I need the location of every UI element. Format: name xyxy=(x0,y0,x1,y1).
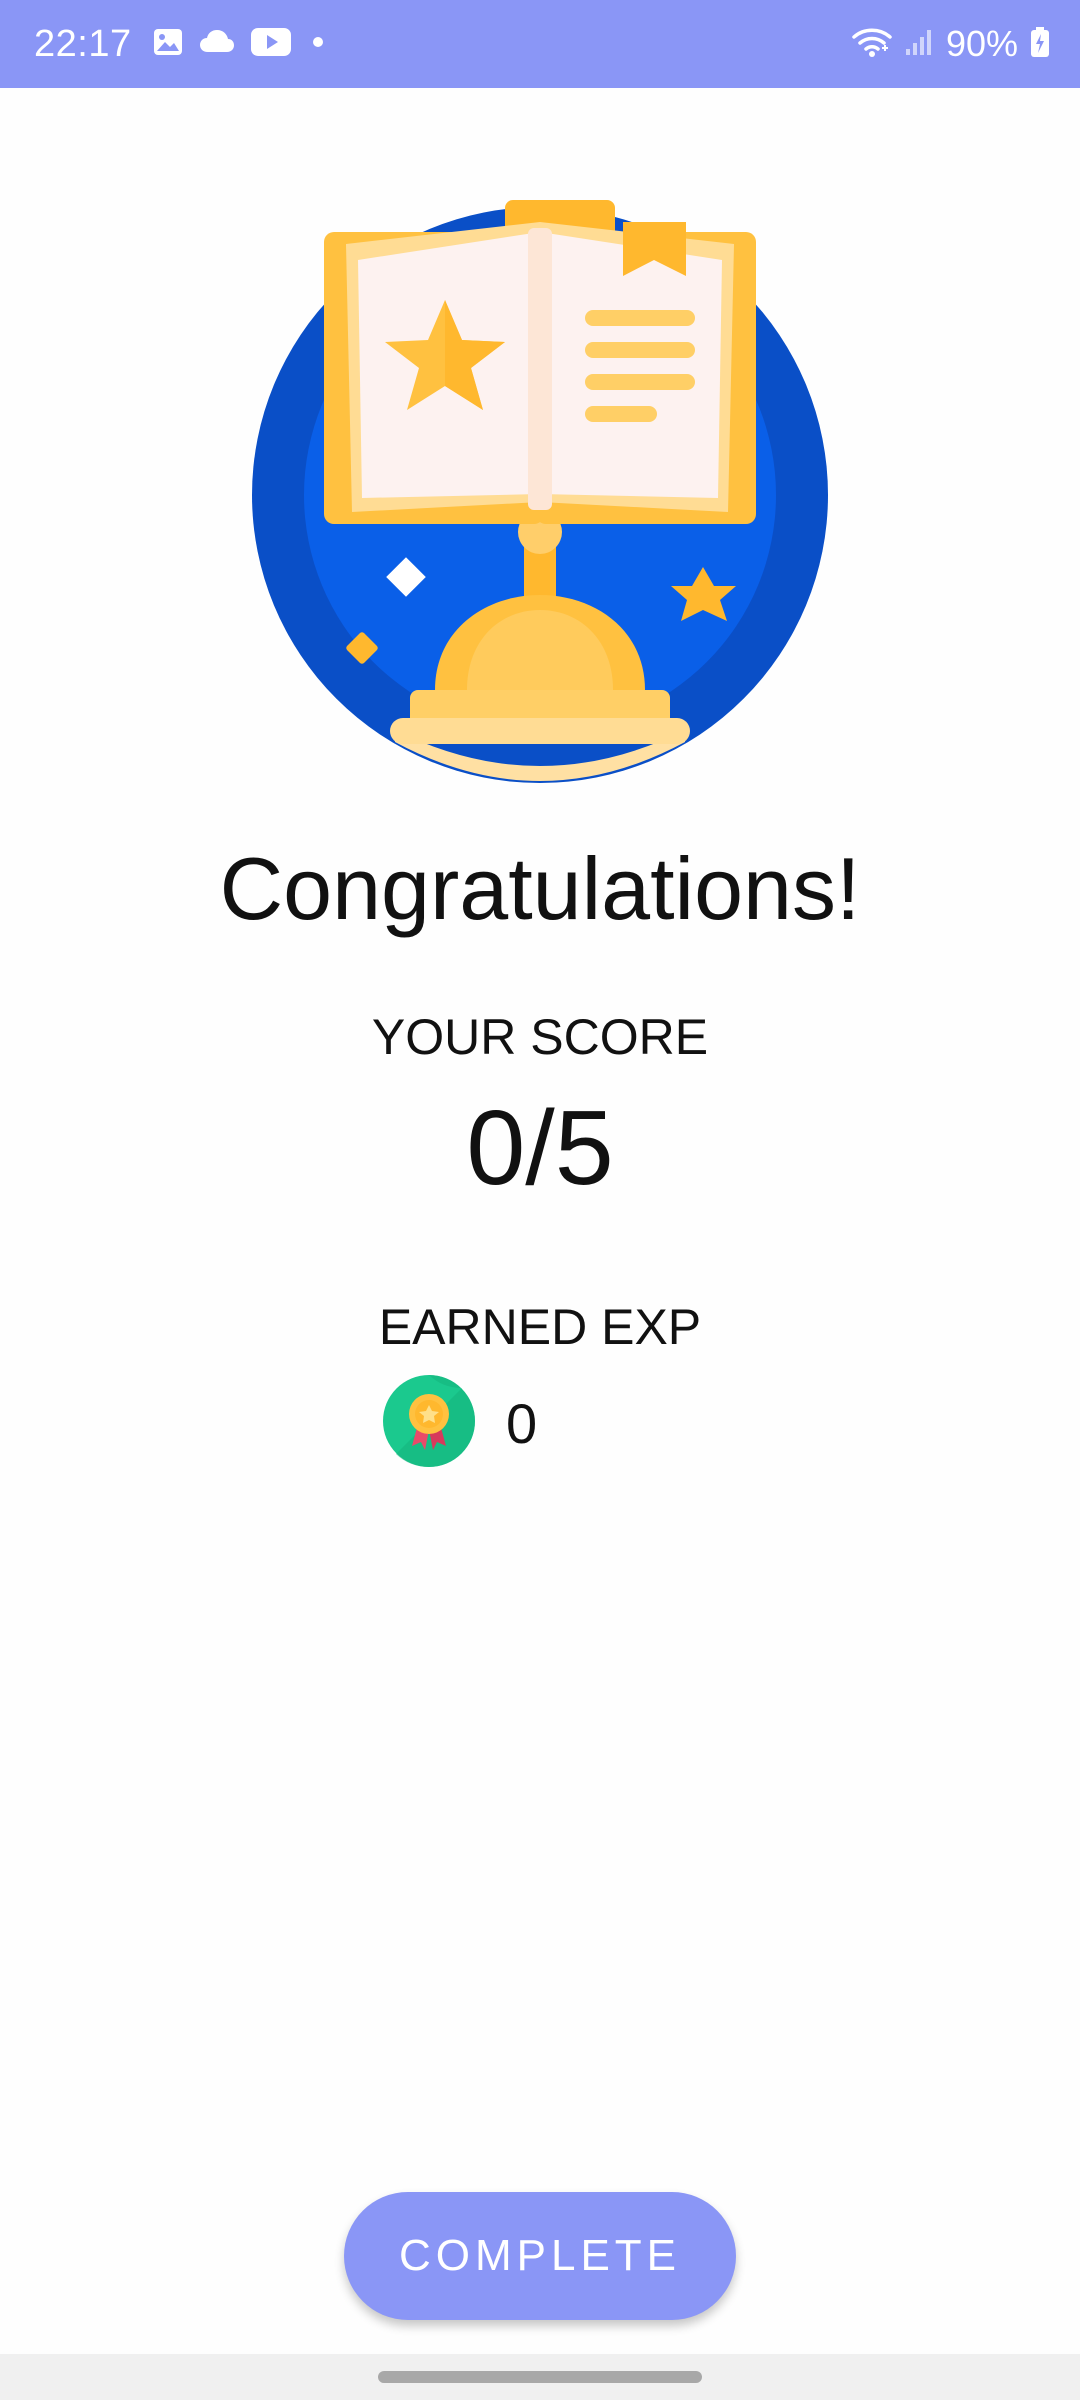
status-bar: 22:17 90% xyxy=(0,0,1080,88)
cloud-icon xyxy=(198,28,236,61)
score-label: YOUR SCORE xyxy=(371,1009,709,1065)
trophy-book-illustration xyxy=(240,170,840,790)
status-right: 90% xyxy=(852,0,1050,88)
complete-button[interactable]: COMPLETE xyxy=(344,2192,736,2320)
battery-charging-icon xyxy=(1030,26,1050,63)
congratulations-title: Congratulations! xyxy=(219,839,861,938)
home-indicator[interactable] xyxy=(378,2371,702,2383)
battery-percent: 90% xyxy=(945,23,1018,64)
earned-exp-label: EARNED EXP xyxy=(378,1299,702,1355)
notification-dot-icon xyxy=(306,30,330,59)
wifi-icon xyxy=(852,26,892,63)
status-left: 22:17 xyxy=(34,0,330,88)
youtube-icon xyxy=(250,27,292,62)
medal-icon xyxy=(382,1374,476,1473)
gallery-icon xyxy=(152,26,184,63)
earned-exp-value: 0 xyxy=(506,1391,538,1455)
signal-icon xyxy=(904,27,934,62)
score-value: 0/5 xyxy=(466,1089,614,1207)
earned-exp-row: 0 xyxy=(382,1374,538,1473)
status-time: 22:17 xyxy=(34,22,132,65)
